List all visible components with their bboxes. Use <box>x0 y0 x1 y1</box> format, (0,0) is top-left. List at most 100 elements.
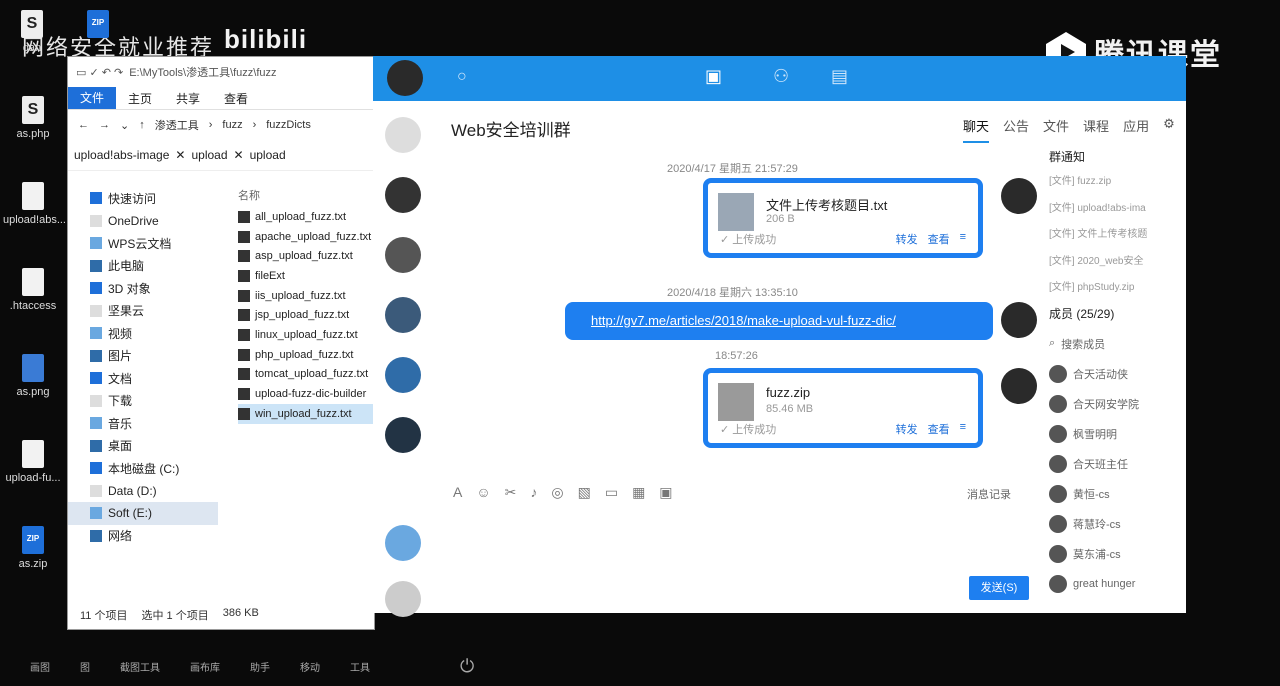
nav-item[interactable]: Soft (E:) <box>68 502 218 525</box>
address-bar[interactable]: ← → ⌄ ↑ 渗透工具 › fuzz › fuzzDicts <box>68 110 374 140</box>
desktop-icon[interactable]: upload-fu... <box>3 440 63 484</box>
desktop-icon[interactable]: Sdan <box>2 10 62 54</box>
nav-item[interactable]: 此电脑 <box>68 255 218 278</box>
conversation-avatar[interactable] <box>385 357 421 393</box>
notice-item[interactable]: [文件] upload!abs-ima <box>1049 199 1179 226</box>
notice-item[interactable]: [文件] 2020_web安全 <box>1049 252 1179 279</box>
taskbar-item[interactable]: 画图 <box>30 659 50 674</box>
taskbar-item[interactable]: 移动 <box>300 659 320 674</box>
sender-avatar[interactable] <box>1001 178 1037 214</box>
up-icon[interactable]: ↑ <box>139 119 145 131</box>
breadcrumb-item[interactable]: fuzzDicts <box>266 119 311 131</box>
member-row[interactable]: 合天班主任 <box>1049 449 1179 479</box>
conversation-avatar[interactable] <box>385 117 421 153</box>
file-row[interactable]: asp_upload_fuzz.txt <box>238 246 374 266</box>
tab[interactable]: upload <box>191 148 227 162</box>
sticker-icon[interactable]: ◎ <box>551 484 563 501</box>
column-header-name[interactable]: 名称 <box>238 187 374 207</box>
tab[interactable]: upload <box>250 148 286 162</box>
nav-item[interactable]: 桌面 <box>68 435 218 458</box>
tab[interactable]: upload!abs-image <box>74 148 169 162</box>
file-row[interactable]: apache_upload_fuzz.txt <box>238 227 374 247</box>
conversation-avatar[interactable] <box>385 417 421 453</box>
microphone-icon[interactable]: ♪ <box>530 484 537 501</box>
member-row[interactable]: 蒋慧玲-cs <box>1049 509 1179 539</box>
more-icon[interactable]: ≡ <box>960 421 966 437</box>
desktop-icon[interactable]: ZIP as.zip <box>3 526 63 570</box>
settings-icon[interactable]: ⚙ <box>1163 116 1175 143</box>
tab-announcement[interactable]: 公告 <box>1003 116 1029 143</box>
font-icon[interactable]: A <box>453 484 462 501</box>
breadcrumb-item[interactable]: 渗透工具 <box>155 117 199 133</box>
forward-link[interactable]: 转发 <box>896 421 918 437</box>
link-message[interactable]: http://gv7.me/articles/2018/make-upload-… <box>565 302 993 340</box>
nav-item[interactable]: 下载 <box>68 390 218 413</box>
member-row[interactable]: 合天网安学院 <box>1049 389 1179 419</box>
taskbar-item[interactable]: 助手 <box>250 659 270 674</box>
send-button[interactable]: 发送(S) <box>969 576 1029 600</box>
back-icon[interactable]: ← <box>78 119 89 131</box>
image-icon[interactable]: ▧ <box>578 484 591 501</box>
nav-item[interactable]: 图片 <box>68 345 218 368</box>
nav-item[interactable]: 3D 对象 <box>68 277 218 300</box>
nav-item[interactable]: 快速访问 <box>68 187 218 210</box>
nav-item[interactable]: 坚果云 <box>68 300 218 323</box>
conversation-avatar[interactable] <box>385 297 421 333</box>
file-message[interactable]: 文件上传考核题目.txt 206 B ✓ 上传成功 转发 查看 ≡ <box>703 178 983 258</box>
member-row[interactable]: 黄恒-cs <box>1049 479 1179 509</box>
taskbar-item[interactable]: 截图工具 <box>120 659 160 674</box>
search-icon[interactable]: ○ <box>457 68 467 86</box>
desktop-icon[interactable]: upload!abs... <box>3 182 66 226</box>
nav-item[interactable]: Data (D:) <box>68 480 218 503</box>
user-avatar[interactable] <box>387 60 423 96</box>
nav-item[interactable]: WPS云文档 <box>68 232 218 255</box>
member-row[interactable]: 枫雪明明 <box>1049 419 1179 449</box>
view-link[interactable]: 查看 <box>928 421 950 437</box>
ribbon-tab-view[interactable]: 查看 <box>212 90 260 107</box>
forward-icon[interactable]: → <box>99 119 110 131</box>
ribbon-tab-home[interactable]: 主页 <box>116 90 164 107</box>
sender-avatar[interactable] <box>1001 302 1037 338</box>
notice-item[interactable]: [文件] phpStudy.zip <box>1049 278 1179 305</box>
chevron-down-icon[interactable]: ⌄ <box>120 119 129 132</box>
message-icon[interactable]: ▣ <box>705 66 722 87</box>
close-icon[interactable]: ✕ <box>175 148 185 162</box>
taskbar-item[interactable]: 画布库 <box>190 659 220 674</box>
breadcrumb-item[interactable]: fuzz <box>222 119 242 131</box>
member-row[interactable]: great hunger <box>1049 569 1179 599</box>
calendar-icon[interactable]: ▣ <box>659 484 672 501</box>
folder-icon[interactable]: ▭ <box>605 484 618 501</box>
file-row[interactable]: php_upload_fuzz.txt <box>238 345 374 365</box>
contacts-icon[interactable]: ⚇ <box>773 66 789 87</box>
apps-icon[interactable]: ▤ <box>831 66 848 87</box>
notice-item[interactable]: [文件] 文件上传考核题 <box>1049 225 1179 252</box>
file-message[interactable]: fuzz.zip 85.46 MB ✓ 上传成功 转发 查看 ≡ <box>703 368 983 448</box>
file-row[interactable]: jsp_upload_fuzz.txt <box>238 305 374 325</box>
message-history-button[interactable]: 消息记录 <box>967 486 1011 502</box>
taskbar-item[interactable]: 图 <box>80 659 90 674</box>
conversation-avatar[interactable] <box>385 581 421 617</box>
nav-item[interactable]: 网络 <box>68 525 218 548</box>
tab-apps[interactable]: 应用 <box>1123 116 1149 143</box>
taskbar-item[interactable]: 工具 <box>350 659 370 674</box>
desktop-icon[interactable]: Sas.php <box>3 96 63 140</box>
file-row[interactable]: tomcat_upload_fuzz.txt <box>238 365 374 385</box>
notice-item[interactable]: [文件] fuzz.zip <box>1049 172 1179 199</box>
nav-item[interactable]: OneDrive <box>68 210 218 233</box>
view-link[interactable]: 查看 <box>928 231 950 247</box>
file-row[interactable]: fileExt <box>238 266 374 286</box>
file-row[interactable]: linux_upload_fuzz.txt <box>238 325 374 345</box>
ribbon-tab-file[interactable]: 文件 <box>68 87 117 109</box>
nav-item[interactable]: 本地磁盘 (C:) <box>68 457 218 480</box>
tab-courses[interactable]: 课程 <box>1083 116 1109 143</box>
tab-chat[interactable]: 聊天 <box>963 116 990 143</box>
file-row[interactable]: all_upload_fuzz.txt <box>238 207 374 227</box>
desktop-icon[interactable]: .htaccess <box>3 268 63 312</box>
member-row[interactable]: 莫东浦-cs <box>1049 539 1179 569</box>
conversation-avatar[interactable] <box>385 177 421 213</box>
scissors-icon[interactable]: ✂ <box>505 484 517 501</box>
file-row[interactable]: upload-fuzz-dic-builder <box>238 384 374 404</box>
forward-link[interactable]: 转发 <box>896 231 918 247</box>
file-row[interactable]: iis_upload_fuzz.txt <box>238 286 374 306</box>
emoji-icon[interactable]: ☺ <box>476 484 490 501</box>
